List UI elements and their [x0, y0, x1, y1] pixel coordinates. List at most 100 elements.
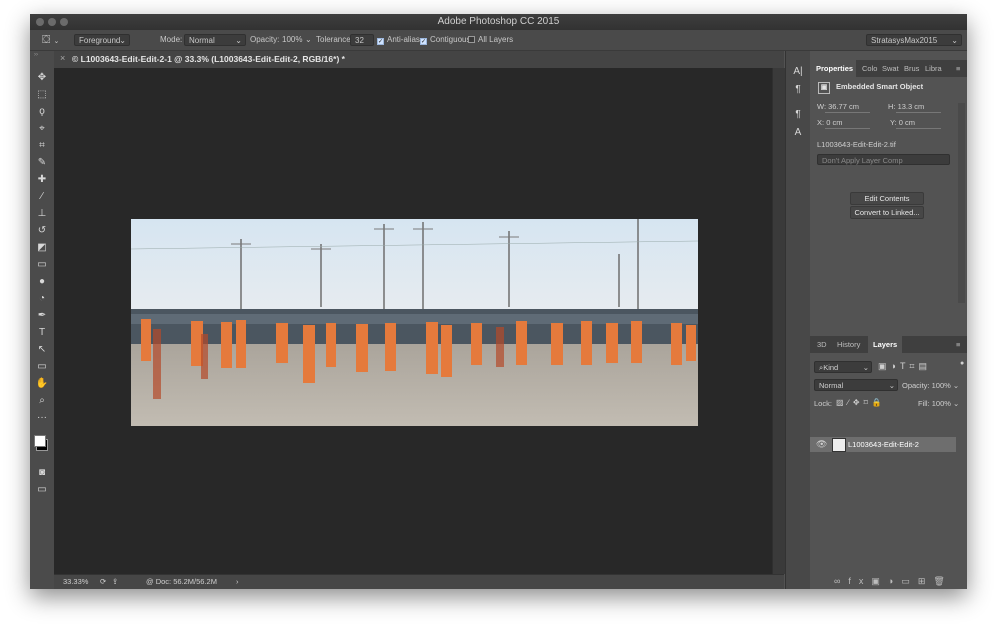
rotate-view-icon[interactable]: ⟳ [100, 577, 106, 586]
blur-tool-icon[interactable]: ● [33, 275, 51, 289]
workspace-value: StratasysMax2015 [871, 36, 938, 45]
pen-tool-icon[interactable]: ✒ [33, 309, 51, 323]
fill-source-select[interactable]: Foreground ⌄ [74, 34, 130, 46]
layer-name[interactable]: L1003643-Edit-Edit-2 [848, 440, 919, 449]
layer-filter-icons[interactable]: ▣◑T⌗▤ [878, 361, 931, 372]
tab-brushes[interactable]: Brus [904, 64, 919, 73]
panel-menu-icon[interactable]: ≡ [956, 340, 960, 349]
linked-filename: L1003643-Edit-Edit-2.tif [817, 140, 896, 149]
character-style-icon[interactable]: A [790, 127, 806, 141]
contiguous-checkbox[interactable]: ✓ Contiguous [420, 34, 470, 46]
healing-brush-tool-icon[interactable]: ✚ [33, 173, 51, 187]
zoom-tool-icon[interactable]: ⌕ [33, 394, 51, 408]
paragraph-panel-icon[interactable]: ¶ [790, 84, 806, 98]
document-info: @ Doc: 56.2M/56.2M [146, 577, 217, 586]
filter-toggle-icon[interactable]: ● [960, 360, 964, 367]
quick-mask-icon[interactable]: ◙ [33, 466, 51, 480]
close-tab-icon[interactable]: × [60, 53, 65, 63]
eraser-tool-icon[interactable]: ◩ [33, 241, 51, 255]
brush-tool-icon[interactable]: ∕ [33, 190, 51, 204]
tolerance-label: Tolerance: [316, 35, 353, 44]
more-tools-icon[interactable]: ··· [33, 411, 51, 425]
opacity-label: Opacity: [250, 35, 280, 44]
checkbox-unchecked-icon [468, 36, 475, 43]
mode-value: Normal [189, 36, 215, 45]
document-tab[interactable]: × © L1003643-Edit-Edit-2-1 @ 33.3% (L100… [54, 51, 784, 69]
contiguous-label: Contiguous [430, 35, 471, 44]
eye-visibility-icon[interactable]: 👁 [816, 439, 827, 450]
tab-layers[interactable]: Layers [873, 340, 897, 349]
collapse-toolbar-icon[interactable]: ›› [34, 52, 38, 58]
share-icon[interactable]: ⇪ [112, 577, 118, 586]
layer-filter-kind[interactable]: ⌕Kind ⌄ [814, 361, 872, 373]
layer-row[interactable]: 👁 L1003643-Edit-Edit-2 [810, 437, 956, 452]
lock-icons[interactable]: ▨∕✥⌑🔒 [836, 398, 886, 407]
tab-3d[interactable]: 3D [817, 340, 827, 349]
panel-menu-icon[interactable]: ≡ [956, 64, 960, 73]
lasso-tool-icon[interactable]: ϙ [33, 105, 51, 119]
opacity-value[interactable]: 100% [282, 34, 302, 46]
tab-color[interactable]: Colo [862, 64, 877, 73]
width-field[interactable]: W: 36.77 cm [817, 102, 859, 111]
zoom-level[interactable]: 33.33% [63, 577, 88, 586]
chevron-down-icon: ⌄ [951, 36, 958, 45]
options-bar: ⛋ ⌄ Foreground ⌄ Mode: Normal ⌄ Opacity:… [30, 30, 967, 51]
fill-source-value: Foreground [79, 36, 121, 45]
stamp-tool-icon[interactable]: ⊥ [33, 207, 51, 221]
layer-opacity[interactable]: Opacity: 100% ⌄ [902, 381, 959, 390]
tab-history[interactable]: History [837, 340, 860, 349]
blend-mode-value: Normal [819, 381, 844, 390]
properties-scrollbar[interactable] [958, 103, 965, 303]
x-position-field[interactable]: X: 0 cm [817, 118, 842, 127]
convert-to-linked-button[interactable]: Convert to Linked... [850, 206, 924, 219]
window-title: Adobe Photoshop CC 2015 [437, 16, 560, 27]
smart-object-icon: ▣ [818, 82, 830, 94]
paint-bucket-icon[interactable]: ⛋ ⌄ [42, 34, 59, 46]
panel-icon-strip: A| ¶ ¶ A [785, 51, 811, 589]
mode-select[interactable]: Normal ⌄ [184, 34, 246, 46]
layer-comp-value: Don't Apply Layer Comp [822, 156, 903, 165]
all-layers-checkbox[interactable]: All Layers [468, 34, 513, 46]
chevron-down-icon: ⌄ [119, 36, 126, 45]
tab-swatches[interactable]: Swat [882, 64, 899, 73]
foreground-color-swatch[interactable] [34, 435, 46, 447]
marquee-tool-icon[interactable]: ⬚ [33, 88, 51, 102]
edit-contents-button[interactable]: Edit Contents [850, 192, 924, 205]
smart-object-thumbnail [832, 438, 846, 452]
eyedropper-tool-icon[interactable]: ✎ [33, 156, 51, 170]
color-swatches[interactable] [34, 433, 50, 453]
height-field[interactable]: H: 13.3 cm [888, 102, 924, 111]
shape-tool-icon[interactable]: ▭ [33, 360, 51, 374]
path-select-tool-icon[interactable]: ↖ [33, 343, 51, 357]
vertical-scrollbar[interactable] [772, 68, 785, 574]
canvas-image[interactable] [131, 219, 698, 426]
character-panel-icon[interactable]: A| [790, 66, 806, 80]
blend-mode-select[interactable]: Normal ⌄ [814, 379, 898, 391]
layers-tab-bar: 3D History Layers ≡ [810, 336, 967, 353]
layer-comp-select[interactable]: Don't Apply Layer Comp [817, 154, 950, 165]
paragraph-style-icon[interactable]: ¶ [790, 109, 806, 123]
screen-mode-icon[interactable]: ▭ [33, 483, 51, 497]
gradient-tool-icon[interactable]: ▭ [33, 258, 51, 272]
layers-footer-icons[interactable]: ∞fx▣◑▭⊞🗑 [834, 576, 953, 587]
layer-fill[interactable]: Fill: 100% ⌄ [918, 399, 959, 408]
chevron-down-icon[interactable]: ⌄ [305, 34, 312, 46]
dodge-tool-icon[interactable]: ◔ [33, 292, 51, 306]
lock-label: Lock: [814, 399, 832, 408]
anti-alias-checkbox[interactable]: ✓ Anti-alias [377, 34, 420, 46]
history-brush-tool-icon[interactable]: ↺ [33, 224, 51, 238]
tab-libraries[interactable]: Libra [925, 64, 942, 73]
properties-tab-bar: Properties Colo Swat Brus Libra ≡ [810, 60, 967, 77]
status-menu-arrow[interactable]: › [236, 577, 239, 586]
workspace-select[interactable]: StratasysMax2015 ⌄ [866, 34, 962, 46]
tab-properties[interactable]: Properties [816, 64, 853, 73]
quick-select-tool-icon[interactable]: ⌖ [33, 122, 51, 136]
crop-tool-icon[interactable]: ⌗ [33, 139, 51, 153]
type-tool-icon[interactable]: T [33, 326, 51, 340]
move-tool-icon[interactable]: ✥ [33, 71, 51, 85]
mode-label: Mode: [160, 35, 183, 44]
status-bar: 33.33% ⟳ ⇪ @ Doc: 56.2M/56.2M › [54, 574, 784, 589]
tolerance-input[interactable]: 32 [350, 34, 374, 46]
y-position-field[interactable]: Y: 0 cm [890, 118, 915, 127]
hand-tool-icon[interactable]: ✋ [33, 377, 51, 391]
